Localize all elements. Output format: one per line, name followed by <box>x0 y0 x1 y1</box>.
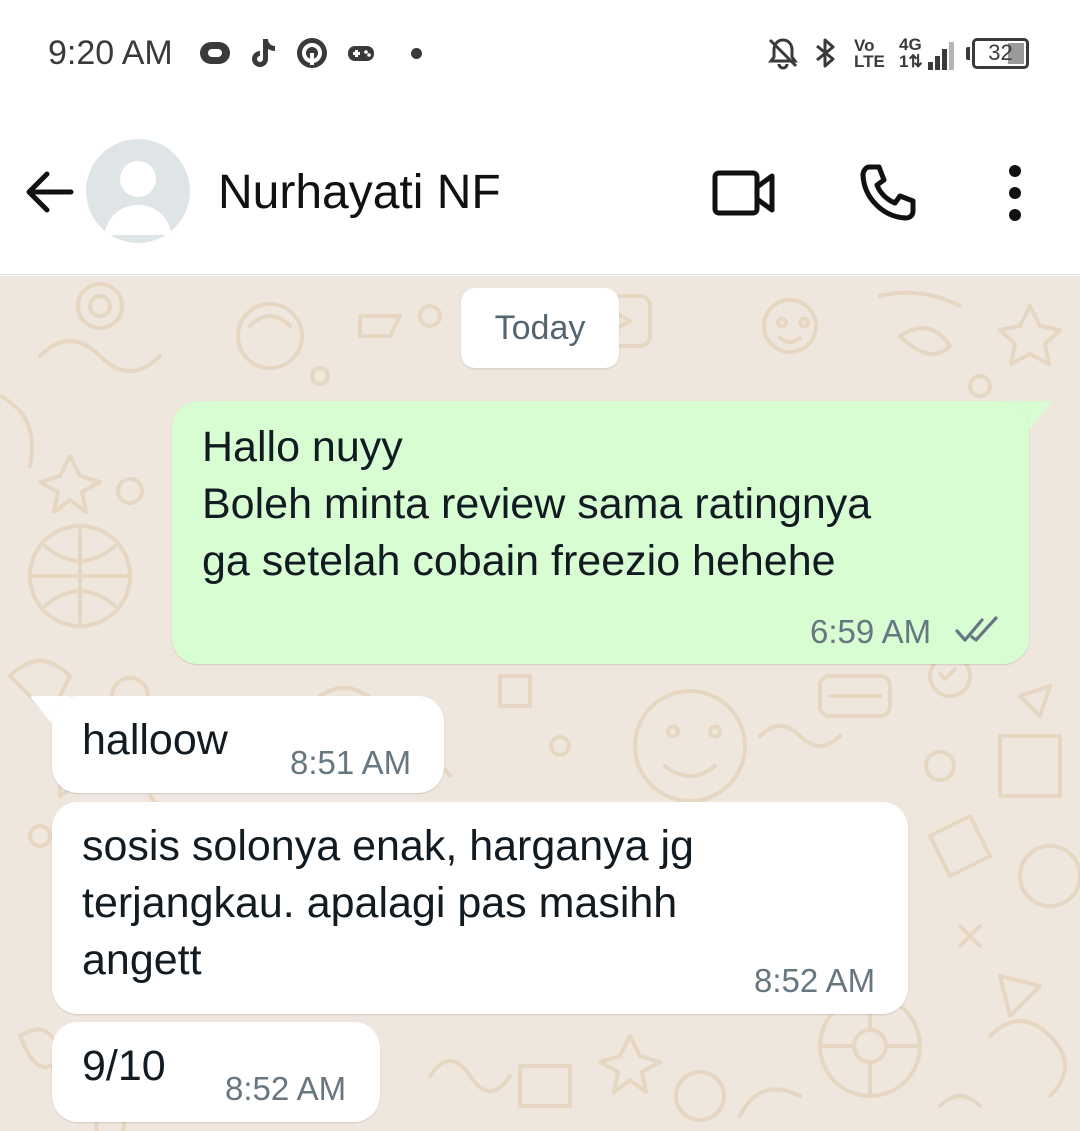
message-text: 9/10 <box>82 1042 166 1090</box>
chat-header: Nurhayati NF <box>0 110 1080 275</box>
phone-icon <box>860 164 916 221</box>
message-time: 8:52 AM <box>225 1070 347 1107</box>
back-arrow-icon <box>26 171 74 213</box>
avatar[interactable] <box>86 139 190 243</box>
message-time: 8:51 AM <box>290 744 412 781</box>
bluetooth-icon <box>808 36 842 70</box>
notification-dot <box>411 48 422 59</box>
incoming-message-bubble[interactable]: 9/10 8:52 AM <box>52 1022 380 1122</box>
battery-cap <box>966 47 970 60</box>
volte-indicator: Vo LTE <box>854 37 885 71</box>
message-time: 8:52 AM <box>754 962 876 999</box>
status-bar: 9:20 AM Vo LTE 4G 1⇅ 32 <box>0 0 1080 110</box>
video-call-icon <box>712 170 775 216</box>
date-chip: Today <box>461 288 619 368</box>
outgoing-message-bubble[interactable]: Hallo nuyy Boleh minta review sama ratin… <box>172 401 1029 664</box>
voice-call-button[interactable] <box>855 160 921 226</box>
back-button[interactable] <box>18 162 78 222</box>
battery-level: 32 <box>988 40 1013 65</box>
message-text: sosis solonya enak, harganya jg terjangk… <box>82 822 694 984</box>
signal-icon <box>920 40 954 70</box>
incoming-message-bubble[interactable]: sosis solonya enak, harganya jg terjangk… <box>52 802 908 1014</box>
incoming-message-bubble[interactable]: halloow 8:51 AM <box>52 696 444 793</box>
message-text: Hallo nuyy Boleh minta review sama ratin… <box>202 423 872 585</box>
chat-area[interactable]: Today Hallo nuyy Boleh minta review sama… <box>0 276 1080 1131</box>
battery-icon: 32 <box>972 38 1029 69</box>
message-time: 6:59 AM <box>810 613 932 650</box>
tiktok-icon <box>246 36 280 70</box>
video-call-button[interactable] <box>710 160 776 226</box>
avatar-placeholder-icon <box>104 161 172 235</box>
more-vertical-icon <box>1009 165 1021 221</box>
message-app-icon <box>198 36 232 70</box>
game-controller-icon <box>344 36 378 70</box>
volte-line2: LTE <box>854 52 885 71</box>
status-time: 9:20 AM <box>48 34 173 72</box>
shopee-icon <box>295 36 329 70</box>
more-options-button[interactable] <box>982 160 1048 226</box>
message-text: halloow <box>82 716 228 764</box>
contact-name[interactable]: Nurhayati NF <box>218 165 501 220</box>
bell-muted-icon <box>766 36 800 70</box>
read-receipt-double-check-icon <box>955 616 998 642</box>
